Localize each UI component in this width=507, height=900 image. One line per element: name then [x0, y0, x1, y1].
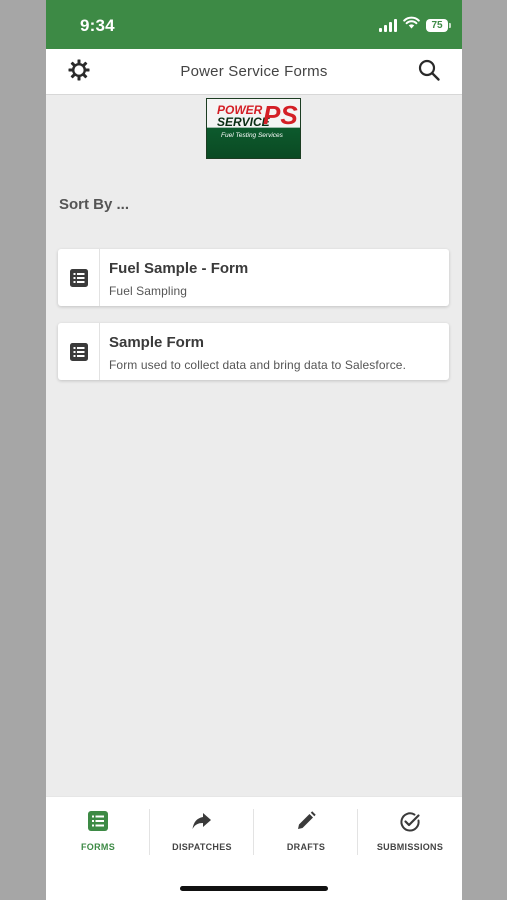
tab-forms[interactable]: FORMS [46, 797, 150, 859]
battery-icon: 75 [426, 18, 451, 32]
list-icon [58, 249, 100, 306]
status-icons: 75 [379, 16, 451, 34]
power-service-logo: POWER SERVICE PS Fuel Testing Services [206, 98, 301, 159]
form-subtitle: Form used to collect data and bring data… [109, 358, 406, 372]
bottom-tab-bar: FORMS DISPATCHES DRAFTS SUBMISSIONS [46, 796, 462, 900]
logo-tagline: Fuel Testing Services [221, 132, 283, 139]
list-icon [58, 323, 100, 380]
tab-label: DRAFTS [286, 842, 326, 852]
tab-drafts[interactable]: DRAFTS [254, 797, 358, 859]
forms-icon [46, 811, 150, 833]
form-card-sample-form[interactable]: Sample Form Form used to collect data an… [58, 323, 449, 380]
wifi-icon [403, 16, 420, 34]
sort-by-button[interactable]: Sort By ... [59, 196, 129, 213]
home-indicator[interactable] [180, 886, 328, 891]
form-title: Sample Form [109, 334, 205, 351]
app-header: Power Service Forms [46, 49, 462, 95]
app-screen: 9:34 75 Power Service Forms POWER SERVIC… [46, 0, 462, 900]
check-circle-icon [358, 811, 462, 833]
tab-dispatches[interactable]: DISPATCHES [150, 797, 254, 859]
status-bar: 9:34 75 [46, 0, 462, 49]
form-subtitle: Fuel Sampling [109, 284, 188, 298]
form-card-fuel-sample[interactable]: Fuel Sample - Form Fuel Sampling [58, 249, 449, 306]
pencil-icon [254, 811, 358, 833]
form-title: Fuel Sample - Form [109, 260, 249, 277]
tab-label: SUBMISSIONS [376, 842, 444, 852]
tab-label: FORMS [81, 842, 115, 852]
share-arrow-icon [150, 811, 254, 833]
page-title: Power Service Forms [180, 63, 328, 80]
tab-submissions[interactable]: SUBMISSIONS [358, 797, 462, 859]
search-button[interactable] [414, 57, 444, 87]
signal-icon [379, 18, 397, 32]
tab-label: DISPATCHES [172, 842, 232, 852]
status-time: 9:34 [80, 16, 115, 35]
search-icon [417, 58, 441, 87]
logo-text-service: SERVICE [217, 115, 270, 129]
logo-mark: PS [263, 100, 298, 130]
